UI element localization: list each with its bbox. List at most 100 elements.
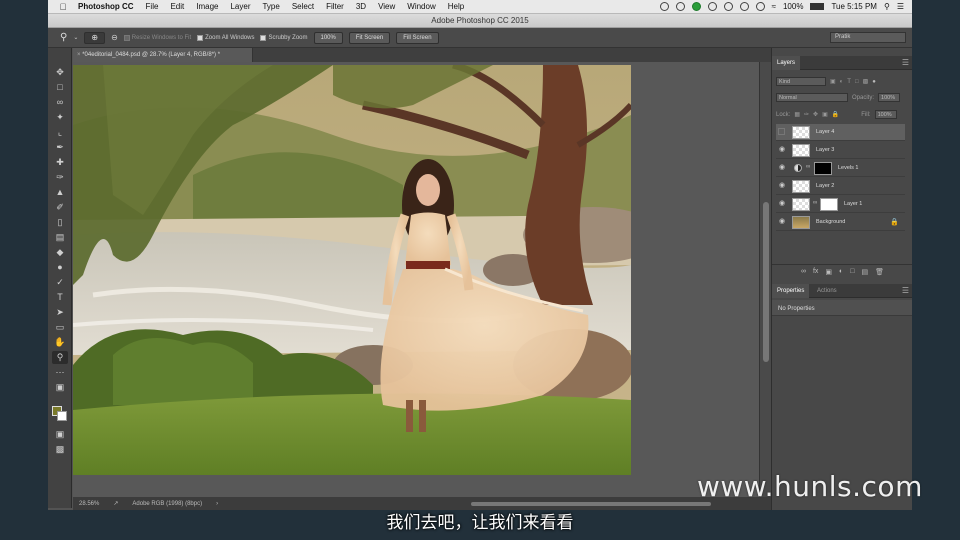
time-machine-icon[interactable]	[739, 2, 749, 11]
evernote-icon[interactable]	[691, 2, 701, 11]
zoom-in-icon[interactable]: ⊕	[84, 31, 106, 44]
visibility-toggle-off[interactable]	[778, 128, 785, 135]
vertical-scrollbar[interactable]	[759, 62, 771, 497]
filter-pixel-icon[interactable]: ▣	[830, 78, 836, 85]
menu-layer[interactable]: Layer	[224, 0, 256, 14]
quick-mask-icon[interactable]: ▣	[52, 428, 68, 441]
filter-type-icon[interactable]: T	[847, 79, 851, 85]
quick-select-tool-icon[interactable]: ✦	[52, 111, 68, 124]
lock-artboard-icon[interactable]: ▣	[822, 111, 828, 118]
zoom-100-button[interactable]: 100%	[313, 31, 343, 44]
lock-transparent-icon[interactable]: ▦	[794, 111, 800, 118]
zoom-all-windows-checkbox[interactable]: Zoom All Windows	[197, 34, 254, 41]
menu-filter[interactable]: Filter	[320, 0, 350, 14]
filter-shape-icon[interactable]: □	[855, 79, 859, 85]
dodge-tool-icon[interactable]: ●	[52, 261, 68, 274]
rectangle-tool-icon[interactable]: ▭	[52, 321, 68, 334]
spotlight-icon[interactable]: ⚲	[884, 2, 890, 11]
sync-icon[interactable]	[675, 2, 685, 11]
zoom-tool-icon[interactable]: ⚲	[60, 32, 67, 43]
battery-percent[interactable]: 100%	[783, 2, 803, 11]
lasso-tool-icon[interactable]: ∞	[52, 96, 68, 109]
brush-tool-icon[interactable]: ✑	[52, 171, 68, 184]
fit-screen-button[interactable]: Fit Screen	[348, 31, 391, 44]
volume-icon[interactable]	[755, 2, 765, 11]
layer-row-layer-4[interactable]: Layer 4	[776, 124, 905, 141]
path-select-tool-icon[interactable]: ➤	[52, 306, 68, 319]
kind-filter-select[interactable]: Kind	[776, 77, 826, 86]
layer-name[interactable]: Layer 1	[844, 196, 862, 213]
tool-preset-dropdown[interactable]: ⌄	[73, 34, 78, 41]
layer-mask-thumbnail[interactable]	[820, 198, 838, 211]
layer-name[interactable]: Layer 4	[816, 124, 834, 141]
menu-app-name[interactable]: Photoshop CC	[72, 0, 140, 14]
vertical-scroll-thumb[interactable]	[763, 202, 769, 362]
apple-icon[interactable]: 	[54, 2, 72, 12]
lock-position-icon[interactable]: ✥	[813, 111, 818, 118]
default-colors-icon[interactable]: ▣	[52, 381, 68, 394]
scrubby-zoom-checkbox[interactable]: Scrubby Zoom	[260, 34, 308, 41]
eraser-tool-icon[interactable]: ▯	[52, 216, 68, 229]
pen-tool-icon[interactable]: ✓	[52, 276, 68, 289]
dropbox-icon[interactable]	[707, 2, 717, 11]
status-menu-arrow-icon[interactable]: ›	[216, 501, 218, 507]
eye-icon[interactable]: ◉	[778, 218, 786, 226]
document-image[interactable]	[73, 65, 631, 475]
layer-name[interactable]: Layer 3	[816, 142, 834, 159]
link-icon[interactable]: ∞	[813, 200, 817, 206]
horizontal-scrollbar[interactable]	[471, 501, 711, 506]
zoom-tool-panel-icon[interactable]: ⚲	[52, 351, 68, 364]
crop-tool-icon[interactable]: ⌞	[52, 126, 68, 139]
fx-icon[interactable]: fx	[813, 268, 818, 275]
more-tools-icon[interactable]: ⋯	[52, 366, 68, 379]
marquee-tool-icon[interactable]: □	[52, 81, 68, 94]
blur-tool-icon[interactable]: ◆	[52, 246, 68, 259]
fill-field[interactable]: 100%	[874, 110, 897, 119]
layers-tab[interactable]: Layers	[772, 56, 801, 70]
fill-screen-button[interactable]: Fill Screen	[396, 31, 439, 44]
record-icon[interactable]	[659, 2, 669, 11]
screen-mode-icon[interactable]: ▩	[52, 443, 68, 456]
eyedropper-tool-icon[interactable]: ✒	[52, 141, 68, 154]
blend-mode-select[interactable]: Normal	[776, 93, 848, 102]
eye-icon[interactable]: ◉	[778, 182, 786, 190]
zoom-out-icon[interactable]: ⊖	[111, 33, 118, 42]
lock-pixels-icon[interactable]: ✑	[804, 111, 809, 118]
type-tool-icon[interactable]: T	[52, 291, 68, 304]
resize-windows-checkbox[interactable]: Resize Windows to Fit	[123, 34, 191, 41]
layers-panel-menu-icon[interactable]: ☰	[902, 56, 909, 69]
wifi-icon[interactable]: ≈	[772, 2, 776, 11]
menu-select[interactable]: Select	[286, 0, 320, 14]
layer-row-layer-1[interactable]: ◉ ∞ Layer 1	[776, 196, 905, 213]
layer-name[interactable]: Background	[816, 214, 845, 231]
properties-panel-menu-icon[interactable]: ☰	[902, 284, 909, 297]
clock[interactable]: Tue 5:15 PM	[831, 2, 877, 11]
filter-toggle-icon[interactable]: ●	[872, 79, 876, 85]
link-layers-icon[interactable]: ∞	[801, 268, 806, 275]
clone-stamp-tool-icon[interactable]: ▲	[52, 186, 68, 199]
actions-tab[interactable]: Actions	[812, 284, 842, 298]
menu-view[interactable]: View	[372, 0, 401, 14]
eye-icon[interactable]: ◉	[778, 200, 786, 208]
workspace-switcher[interactable]: Pratik	[830, 32, 906, 43]
menu-help[interactable]: Help	[442, 0, 470, 14]
link-icon[interactable]: ∞	[806, 164, 810, 170]
filter-adjustment-icon[interactable]: ◐	[840, 79, 844, 85]
new-layer-icon[interactable]: ▤	[862, 268, 869, 276]
filter-smart-icon[interactable]: ▩	[863, 78, 869, 85]
background-color-swatch[interactable]	[57, 411, 67, 421]
menu-window[interactable]: Window	[401, 0, 441, 14]
menu-3d[interactable]: 3D	[350, 0, 372, 14]
creative-cloud-icon[interactable]	[723, 2, 733, 11]
menu-edit[interactable]: Edit	[164, 0, 190, 14]
battery-icon[interactable]	[810, 3, 825, 10]
notification-icon[interactable]: ☰	[897, 2, 904, 11]
eye-icon[interactable]: ◉	[778, 146, 786, 154]
document-tab[interactable]: × *04editorial_0484.psd @ 28.7% (Layer 4…	[73, 48, 253, 62]
delete-layer-icon[interactable]: 🗑	[875, 268, 884, 276]
layer-row-layer-2[interactable]: ◉ Layer 2	[776, 178, 905, 195]
layer-name[interactable]: Levels 1	[838, 160, 859, 177]
zoom-level[interactable]: 28.56%	[79, 501, 99, 507]
healing-brush-tool-icon[interactable]: ✚	[52, 156, 68, 169]
eye-icon[interactable]: ◉	[778, 164, 786, 172]
